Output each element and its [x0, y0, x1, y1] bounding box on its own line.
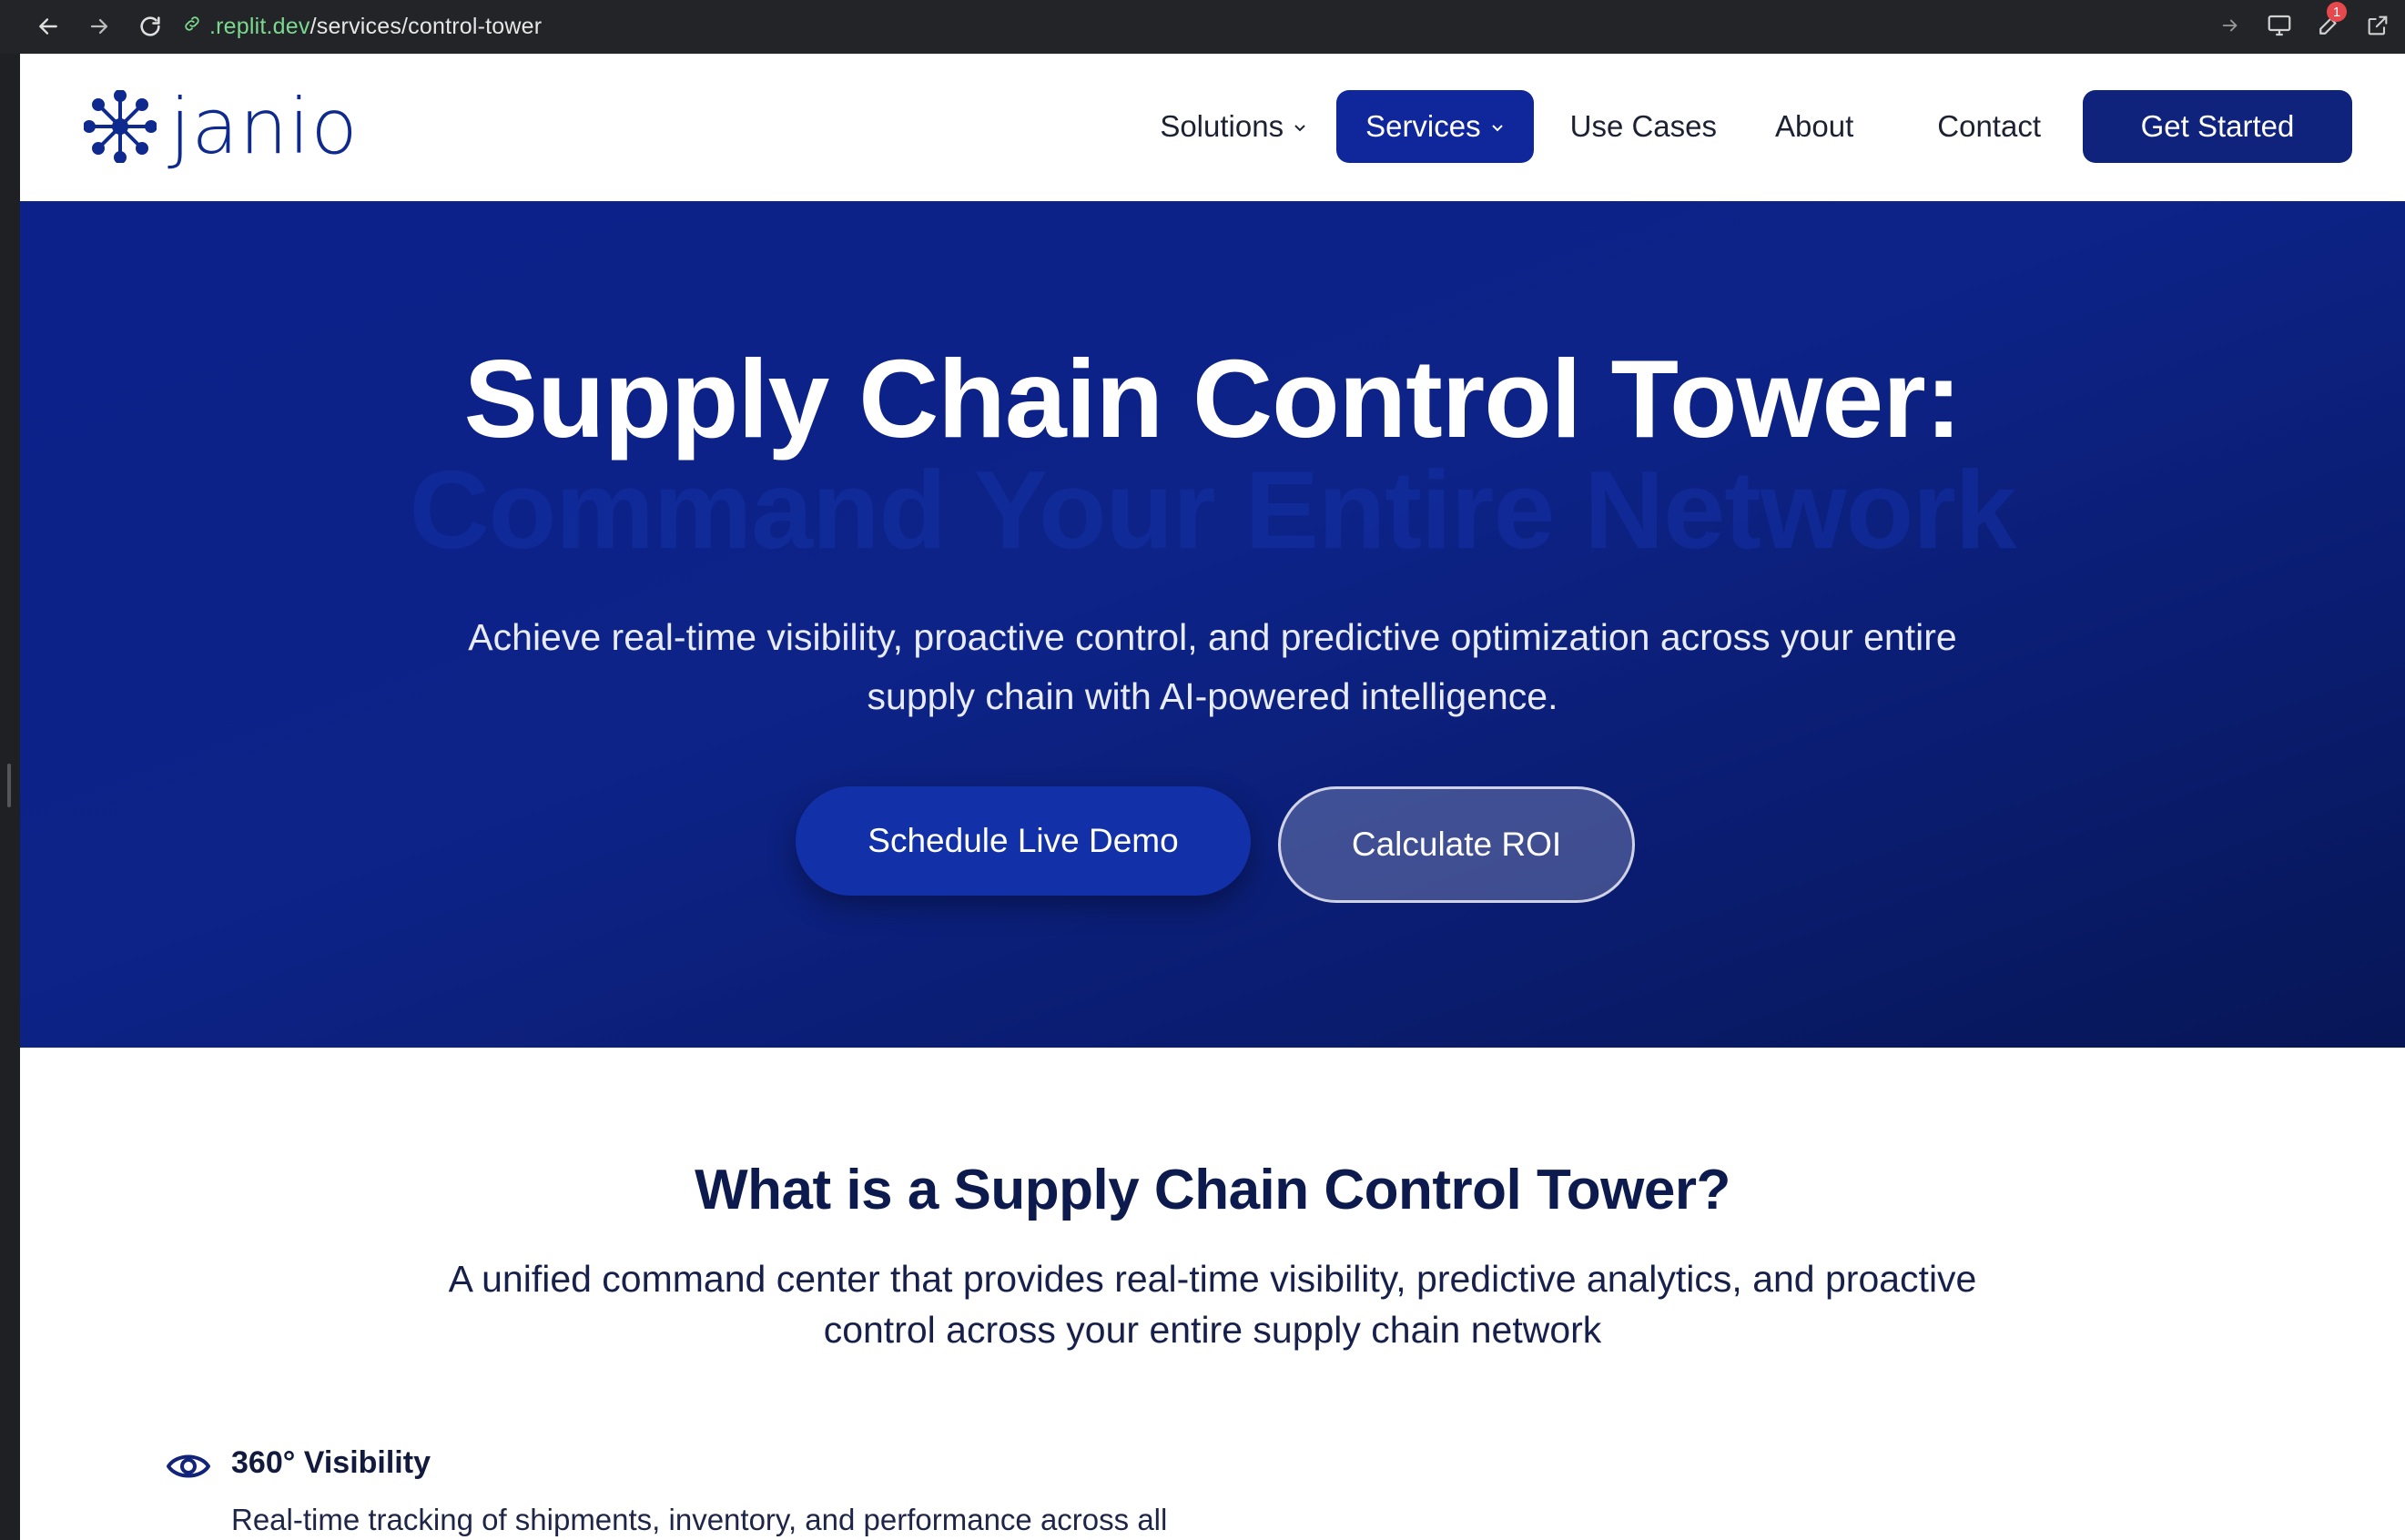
arrow-right-icon[interactable]	[2212, 7, 2248, 44]
eye-icon	[166, 1448, 211, 1489]
nav-contact[interactable]: Contact	[1908, 90, 2070, 163]
hero-section: Supply Chain Control Tower: Command Your…	[20, 201, 2405, 1048]
resize-handle[interactable]	[7, 764, 11, 807]
nav-use-cases[interactable]: Use Cases	[1534, 90, 1746, 163]
address-bar[interactable]: .replit.dev/services/control-tower	[182, 9, 542, 44]
section-description-line2: control across your entire supply chain …	[823, 1309, 1602, 1351]
logo-mark-icon	[84, 90, 157, 163]
main-nav: Solutions Services Use Cases About Conta…	[1131, 90, 2352, 163]
devtools-resize-strip	[0, 54, 20, 1540]
url-domain: .replit.dev	[209, 13, 310, 39]
nav-solutions-label: Solutions	[1160, 109, 1284, 143]
feature-title: 360° Visibility	[231, 1445, 431, 1480]
hero-description-line2: supply chain with AI-powered intelligenc…	[867, 675, 1558, 717]
external-link-icon[interactable]	[2359, 7, 2396, 44]
nav-services[interactable]: Services	[1336, 90, 1534, 163]
chevron-down-icon	[1490, 117, 1505, 140]
section-title: What is a Supply Chain Control Tower?	[695, 1159, 1730, 1221]
hero-subtitle: Command Your Entire Network	[409, 448, 2017, 572]
nav-about[interactable]: About	[1746, 90, 1882, 163]
get-started-button[interactable]: Get Started	[2083, 90, 2352, 163]
hero-description-line1: Achieve real-time visibility, proactive …	[468, 616, 1957, 658]
nav-services-label: Services	[1365, 109, 1481, 143]
hero-title: Supply Chain Control Tower:	[463, 337, 1963, 461]
logo-text: janio	[169, 82, 359, 171]
calculate-roi-button[interactable]: Calculate ROI	[1278, 786, 1635, 903]
reload-icon[interactable]	[133, 9, 167, 44]
section-description-line1: A unified command center that provides r…	[448, 1258, 1977, 1300]
schedule-demo-button[interactable]: Schedule Live Demo	[796, 786, 1251, 896]
nav-about-label: About	[1775, 109, 1854, 143]
site-header: janio Solutions Services Use Cases About	[20, 54, 2405, 201]
tools-icon[interactable]: 1	[2310, 2, 2347, 44]
hero-description: Achieve real-time visibility, proactive …	[439, 608, 1986, 726]
chevron-down-icon	[1293, 117, 1307, 140]
notification-badge: 1	[2327, 2, 2347, 22]
forward-icon[interactable]	[82, 9, 117, 44]
link-icon	[182, 14, 202, 40]
web-page: janio Solutions Services Use Cases About	[20, 54, 2405, 1540]
nav-contact-label: Contact	[1937, 109, 2041, 143]
browser-toolbar: .replit.dev/services/control-tower 1	[0, 0, 2405, 54]
nav-solutions[interactable]: Solutions	[1131, 90, 1336, 163]
monitor-icon[interactable]	[2261, 7, 2298, 44]
nav-use-cases-label: Use Cases	[1569, 109, 1718, 143]
feature-description: Real-time tracking of shipments, invento…	[231, 1503, 1168, 1536]
section-description: A unified command center that provides r…	[393, 1253, 2032, 1355]
url-path: /services/control-tower	[310, 13, 543, 39]
back-icon[interactable]	[31, 9, 66, 44]
logo[interactable]: janio	[84, 88, 359, 165]
